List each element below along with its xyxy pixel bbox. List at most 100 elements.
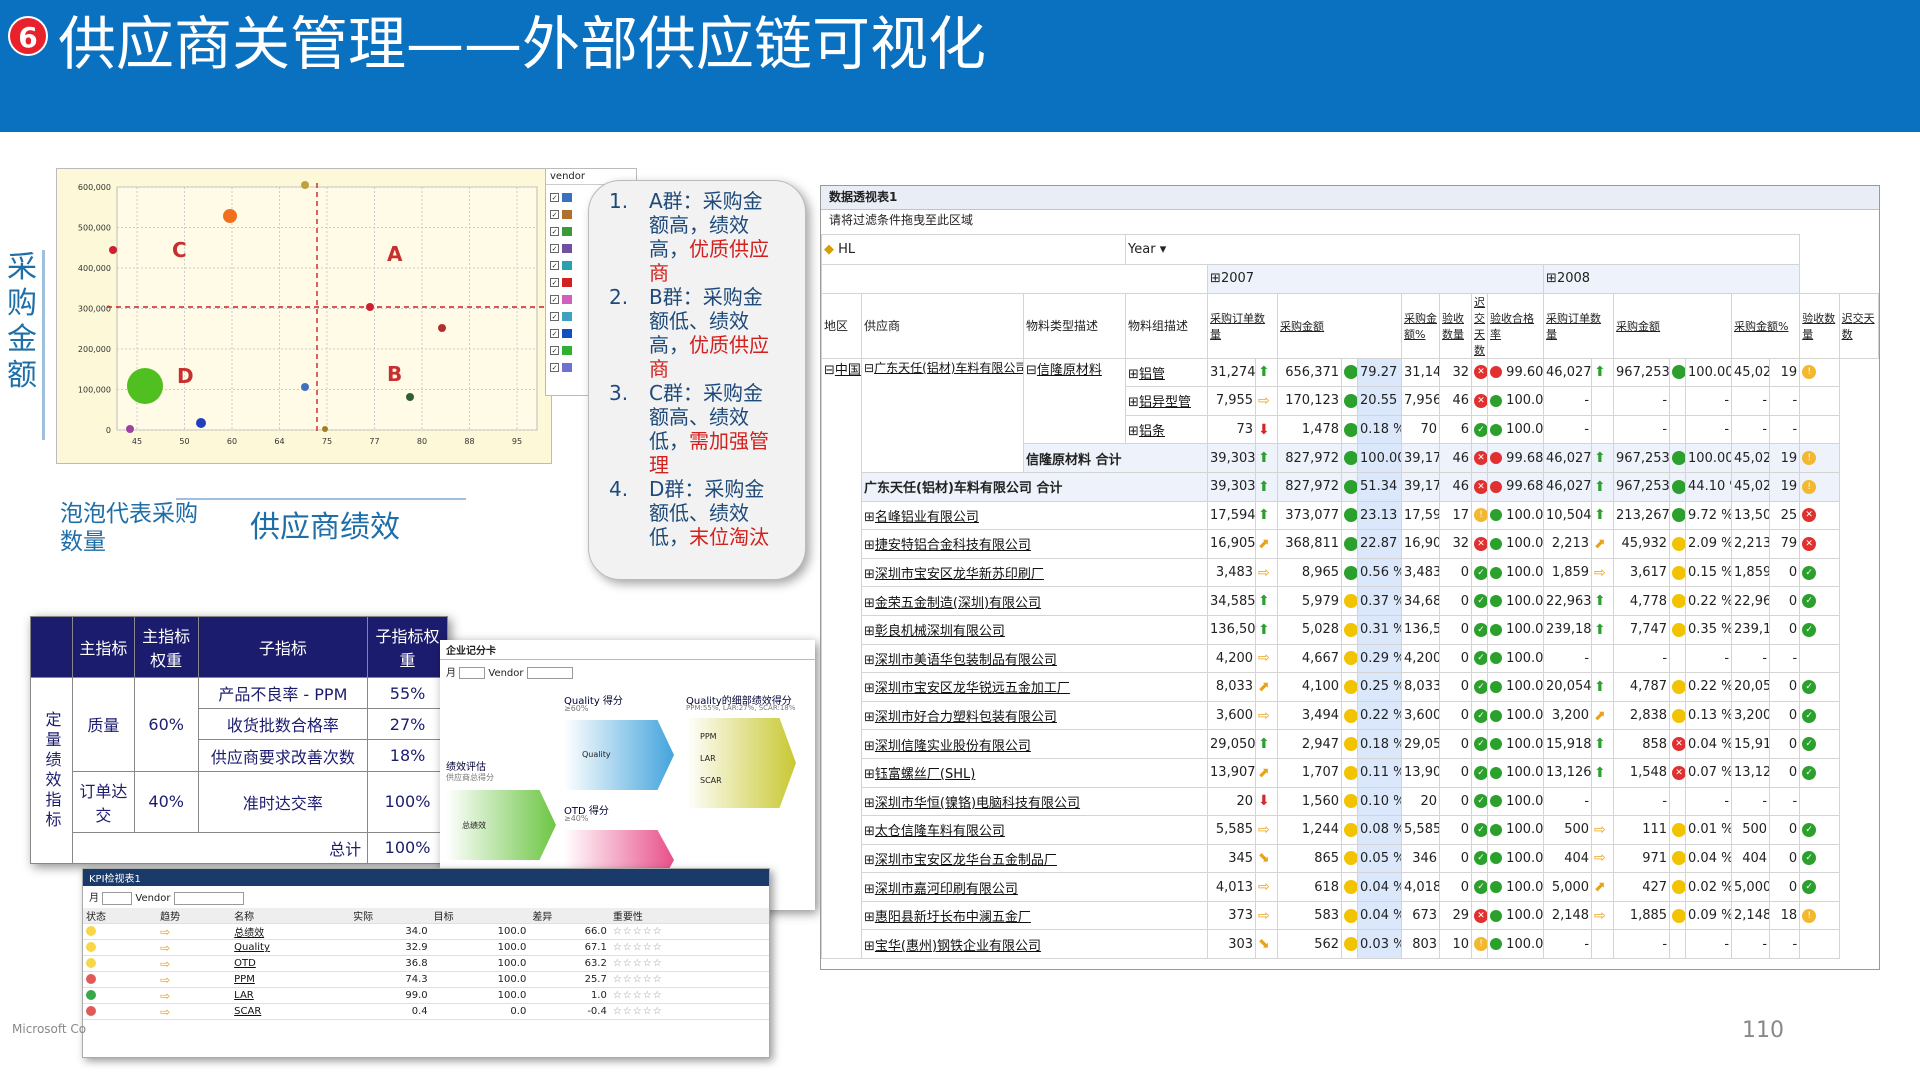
expand-icon[interactable]: ⊞ bbox=[864, 624, 875, 639]
expand-icon[interactable]: ⊞ bbox=[864, 596, 875, 611]
dim-header[interactable]: 地区 bbox=[821, 292, 862, 359]
kpi-col-header[interactable]: 趋势 bbox=[157, 907, 232, 924]
checkbox-icon[interactable]: ✓ bbox=[550, 312, 559, 321]
vendor-link[interactable]: 捷安特铝合金科技有限公司 bbox=[875, 538, 1031, 553]
expand-icon[interactable]: ⊞ bbox=[1210, 271, 1221, 286]
measure-header[interactable]: 采购金额 bbox=[1613, 292, 1733, 359]
vendor-link[interactable]: 名峰铝业有限公司 bbox=[875, 510, 979, 525]
expand-icon[interactable]: ⊞ bbox=[864, 567, 875, 582]
pivot-row[interactable]: ⊞名峰铝业有限公司17,594⬆373,07723.13 %17,59417! … bbox=[822, 500, 1879, 531]
kpi-name-link[interactable]: Quality bbox=[234, 942, 270, 953]
checkbox-icon[interactable]: ✓ bbox=[550, 329, 559, 338]
collapse-icon[interactable]: ⊟ bbox=[1026, 363, 1037, 378]
pivot-row[interactable]: ⊞惠阳县新圩长布中澜五金厂373⇨5830.04 %67329✕ 100.00 … bbox=[822, 900, 1879, 931]
year-2007[interactable]: 2007 bbox=[1221, 271, 1254, 286]
pivot-row[interactable]: ⊞深圳市宝安区龙华新苏印刷厂 3,483 ⇨ 8,965 0.56 % 3,483 0 ✓ 1… bbox=[822, 557, 1879, 588]
pivot-row[interactable]: ⊞太仓信隆车料有限公司 5,585 ⇨ 1,244 0.08 % 5,585 0 ✓ 100.… bbox=[822, 815, 1879, 845]
measure-header[interactable]: 验收合格率 bbox=[1487, 292, 1545, 359]
kpi-col-header[interactable]: 状态 bbox=[83, 907, 158, 924]
collapse-icon[interactable]: ⊟ bbox=[824, 363, 835, 378]
kpi-vendor-select[interactable] bbox=[173, 891, 244, 905]
kpi-row[interactable]: ⇨ OTD 36.8 100.0 63.2 ☆☆☆☆☆ bbox=[83, 955, 769, 972]
vendor-link[interactable]: 深圳市宝安区龙华新苏印刷厂 bbox=[875, 567, 1044, 582]
kpi-col-header[interactable]: 实际 bbox=[350, 907, 431, 924]
checkbox-icon[interactable]: ✓ bbox=[550, 261, 559, 270]
vendor-link[interactable]: 深圳市宝安区龙华台五金制品厂 bbox=[875, 853, 1057, 868]
pivot-row[interactable]: ⊟中国 ⊟广东天任(铝材)车料有限公司 ⊟信隆原材料 ⊞铝管 31,274 ⬆ 656,37… bbox=[821, 357, 1879, 960]
kpi-col-header[interactable]: 名称 bbox=[231, 907, 351, 924]
expand-icon[interactable]: ⊞ bbox=[1546, 271, 1557, 286]
expand-icon[interactable]: ⊞ bbox=[864, 882, 875, 897]
vendor-link[interactable]: 深圳市宝安区龙华锐远五金加工厂 bbox=[875, 681, 1070, 696]
scorecard-month-select[interactable] bbox=[459, 667, 486, 679]
vendor-link[interactable]: 惠阳县新圩长布中澜五金厂 bbox=[875, 910, 1031, 925]
dim-header[interactable]: 物料类型描述 bbox=[1022, 292, 1127, 359]
kpi-month-select[interactable] bbox=[102, 891, 133, 905]
dim-header[interactable]: 物料组描述 bbox=[1125, 292, 1209, 359]
pivot-row[interactable]: ⊞深圳市嘉河印刷有限公司 4,013 ⇨ 618 0.04 % 4,018 0 ✓ 100.0… bbox=[822, 872, 1879, 902]
vendor-link[interactable]: 金荣五金制造(深圳)有限公司 bbox=[875, 596, 1041, 611]
bubble-chart[interactable]: 600,000 500,000 400,000 300,000 200,000 100,0… bbox=[57, 169, 553, 465]
measure-header[interactable]: 采购金额% bbox=[1401, 292, 1441, 359]
vendor-link[interactable]: 彰良机械深圳有限公司 bbox=[875, 624, 1005, 639]
vendor-link[interactable]: 深圳市嘉河印刷有限公司 bbox=[875, 882, 1018, 897]
measure-header[interactable]: 采购金额% bbox=[1731, 292, 1801, 359]
pivot-row[interactable]: 广东天任(铝材)车料有限公司 合计39,303⬆827,97251.34 %39… bbox=[821, 471, 1879, 502]
checkbox-icon[interactable]: ✓ bbox=[550, 295, 559, 304]
expand-icon[interactable]: ⊞ bbox=[864, 710, 875, 725]
kpi-row[interactable]: ⇨ SCAR 0.4 0.0 -0.4 ☆☆☆☆☆ bbox=[83, 1003, 769, 1020]
kpi-name-link[interactable]: LAR bbox=[234, 990, 254, 1001]
pivot-row[interactable]: ⊞彰良机械深圳有限公司136,507⬆5,0280.31 %136,5070✓ … bbox=[822, 614, 1879, 645]
measure-header[interactable]: 验收数量 bbox=[1799, 292, 1840, 359]
kpi-name-link[interactable]: PPM bbox=[234, 974, 255, 985]
bubble-chart-panel[interactable]: 600,000 500,000 400,000 300,000 200,000 100,0… bbox=[56, 168, 552, 464]
expand-icon[interactable]: ⊞ bbox=[864, 653, 875, 668]
scorecard-vendor-select[interactable] bbox=[526, 667, 573, 679]
checkbox-icon[interactable]: ✓ bbox=[550, 193, 559, 202]
material-group-link[interactable]: 铝管 bbox=[1139, 367, 1165, 382]
measure-header[interactable]: 采购订单数量 bbox=[1207, 292, 1279, 359]
measure-header[interactable]: 验收数量 bbox=[1439, 292, 1473, 359]
expand-icon[interactable]: ⊞ bbox=[1128, 395, 1139, 410]
expand-icon[interactable]: ⊞ bbox=[864, 910, 875, 925]
vendor-link[interactable]: 深圳信隆实业股份有限公司 bbox=[875, 739, 1031, 754]
region-label[interactable]: 中国 bbox=[835, 363, 861, 378]
kpi-row[interactable]: ⇨ 总绩效 34.0 100.0 66.0 ☆☆☆☆☆ bbox=[83, 923, 769, 940]
expand-icon[interactable]: ⊞ bbox=[864, 538, 875, 553]
filter-icon[interactable]: ▾ bbox=[1160, 242, 1167, 257]
kpi-row[interactable]: ⇨ Quality 32.9 100.0 67.1 ☆☆☆☆☆ bbox=[83, 939, 769, 956]
expand-icon[interactable]: ⊞ bbox=[864, 824, 875, 839]
expand-icon[interactable]: ⊞ bbox=[864, 510, 875, 525]
expand-icon[interactable]: ⊞ bbox=[864, 853, 875, 868]
kpi-row[interactable]: ⇨ PPM 74.3 100.0 25.7 ☆☆☆☆☆ bbox=[83, 971, 769, 988]
vendor-link[interactable]: 钰富螺丝厂(SHL) bbox=[875, 767, 975, 782]
kpi-name-link[interactable]: OTD bbox=[234, 958, 256, 969]
kpi-col-header[interactable]: 重要性 bbox=[609, 907, 769, 924]
vendor-link[interactable]: 深圳市华恒(镍铬)电脑科技有限公司 bbox=[875, 796, 1080, 811]
expand-icon[interactable]: ⊞ bbox=[864, 939, 875, 954]
dim-header[interactable]: 供应商 bbox=[861, 292, 1024, 359]
vendor-link[interactable]: 广东天任(铝材)车料有限公司 bbox=[874, 361, 1022, 375]
expand-icon[interactable]: ⊞ bbox=[1128, 424, 1139, 439]
measure-header[interactable]: 迟交天数 bbox=[1838, 292, 1879, 359]
pivot-row[interactable]: ⊞深圳市好合力塑料包装有限公司 3,600 ⇨ 3,494 0.22 % 3,600 0 ✓ … bbox=[822, 700, 1879, 731]
measure-header[interactable]: 采购金额 bbox=[1277, 292, 1403, 359]
checkbox-icon[interactable]: ✓ bbox=[550, 210, 559, 219]
checkbox-icon[interactable]: ✓ bbox=[550, 244, 559, 253]
measure-header[interactable]: 迟交天数 bbox=[1471, 292, 1489, 359]
checkbox-icon[interactable]: ✓ bbox=[550, 278, 559, 287]
collapse-icon[interactable]: ⊟ bbox=[864, 361, 874, 375]
vendor-link[interactable]: 宝华(惠州)钢铁企业有限公司 bbox=[875, 939, 1041, 954]
kpi-col-header[interactable]: 目标 bbox=[430, 907, 530, 924]
expand-icon[interactable]: ⊞ bbox=[864, 767, 875, 782]
pivot-row[interactable]: ⊞深圳市美语华包装制品有限公司 4,200 ⇨ 4,667 0.29 % 4,200 0 ✓ … bbox=[822, 643, 1879, 674]
expand-icon[interactable]: ⊞ bbox=[1128, 367, 1139, 382]
expand-icon[interactable]: ⊞ bbox=[864, 681, 875, 696]
pivot-row[interactable]: ⊞深圳市宝安区龙华台五金制品厂345⬊8650.05 %3460✓ 100.00… bbox=[822, 843, 1879, 874]
vendor-link[interactable]: 深圳市美语华包装制品有限公司 bbox=[875, 653, 1057, 668]
material-group-link[interactable]: 铝异型管 bbox=[1139, 395, 1191, 410]
material-group-link[interactable]: 铝条 bbox=[1139, 424, 1165, 439]
pivot-row[interactable]: ⊞深圳市宝安区龙华锐远五金加工厂 8,033 ⬈ 4,100 0.25 % 8,033 0 ✓… bbox=[822, 672, 1879, 702]
checkbox-icon[interactable]: ✓ bbox=[550, 363, 559, 372]
pivot-row[interactable]: ⊞宝华(惠州)钢铁企业有限公司 303 ⬊ 562 0.03 % 803 10! 100.0… bbox=[822, 929, 1879, 960]
